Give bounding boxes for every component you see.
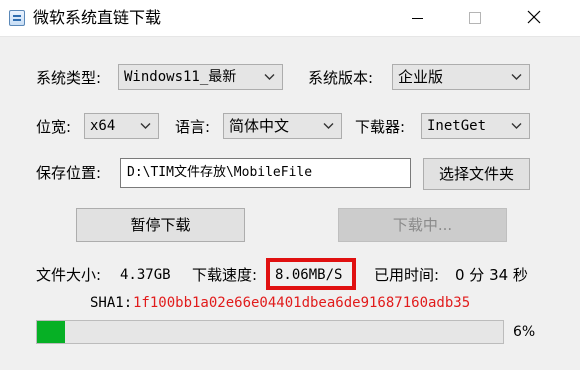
app-window-icon (9, 10, 25, 26)
downloader-select[interactable]: InetGet (421, 113, 530, 139)
progress-percent: 6% (513, 324, 536, 340)
maximize-icon (469, 12, 481, 24)
elapsed-label: 已用时间: (374, 266, 440, 284)
pause-download-button[interactable]: 暂停下载 (76, 208, 245, 242)
system-type-label: 系统类型: (36, 69, 102, 87)
speed-value: 8.06MB/S (275, 267, 343, 283)
elapsed-value: 0 分 34 秒 (455, 266, 528, 284)
chevron-down-icon (323, 123, 334, 129)
language-label: 语言: (175, 118, 211, 136)
language-value: 简体中文 (229, 117, 290, 135)
file-size-value: 4.37GB (120, 267, 171, 283)
minimize-icon (412, 18, 423, 19)
downloader-label: 下载器: (355, 118, 406, 136)
downloading-button: 下载中... (338, 208, 507, 242)
chevron-down-icon (511, 123, 522, 129)
speed-label: 下载速度: (192, 266, 258, 284)
system-type-select[interactable]: Windows11_最新 (118, 64, 283, 90)
sha1-value: 1f100bb1a02e66e04401dbea6de91687160adb35 (133, 295, 471, 311)
system-edition-value: 企业版 (398, 68, 444, 86)
chevron-down-icon (264, 74, 275, 80)
progress-fill (37, 321, 65, 343)
downloader-value: InetGet (427, 118, 487, 134)
system-type-value: Windows11_最新 (124, 69, 237, 85)
save-path-input[interactable]: D:\TIM文件存放\MobileFile (120, 158, 411, 188)
close-icon (527, 10, 541, 24)
choose-folder-button[interactable]: 选择文件夹 (423, 158, 530, 190)
download-progress-bar (36, 320, 504, 344)
system-edition-select[interactable]: 企业版 (392, 64, 530, 90)
language-select[interactable]: 简体中文 (223, 113, 342, 139)
chevron-down-icon (140, 123, 151, 129)
window-title: 微软系统直链下载 (33, 8, 162, 27)
close-button[interactable] (511, 0, 557, 36)
arch-value: x64 (90, 118, 116, 134)
arch-label: 位宽: (36, 118, 72, 136)
save-location-label: 保存位置: (36, 164, 102, 182)
minimize-button[interactable] (395, 0, 441, 36)
title-bar: 微软系统直链下载 (0, 0, 580, 37)
system-edition-label: 系统版本: (308, 69, 374, 87)
maximize-button[interactable] (452, 0, 498, 36)
file-size-label: 文件大小: (36, 266, 102, 284)
chevron-down-icon (511, 74, 522, 80)
arch-select[interactable]: x64 (84, 113, 159, 139)
sha1-label: SHA1: (90, 295, 133, 311)
